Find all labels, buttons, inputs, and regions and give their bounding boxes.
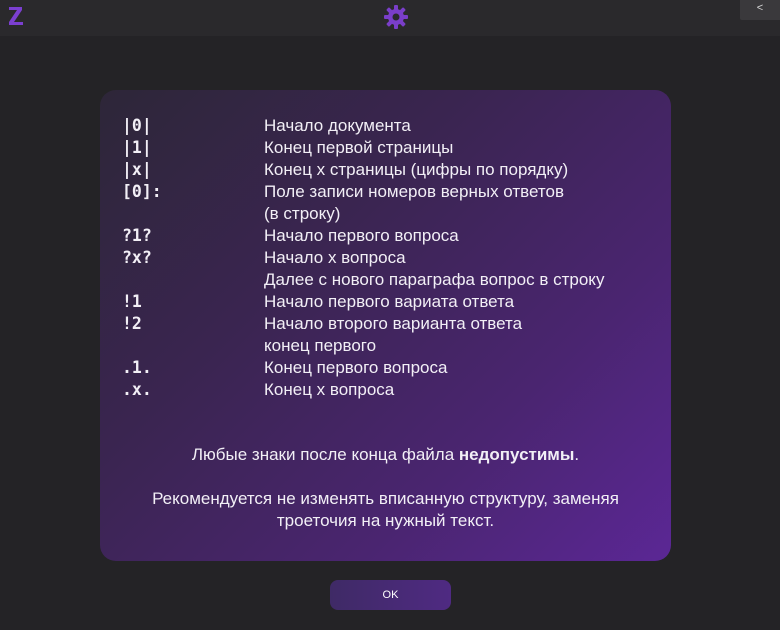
note1-suffix: . bbox=[574, 445, 580, 464]
note1-bold: недопустимы bbox=[458, 445, 575, 464]
z-logo-icon[interactable] bbox=[8, 5, 24, 27]
legend-desc: Конец x вопроса bbox=[264, 380, 395, 399]
legend-code: |0| bbox=[122, 116, 152, 135]
collapse-button-label: < bbox=[756, 2, 764, 14]
legend-row: .1. Конец первого вопроса bbox=[122, 357, 662, 379]
legend-desc: Конец первого вопроса bbox=[264, 358, 448, 377]
legend-desc: Начало второго варианта ответа bbox=[264, 314, 523, 333]
legend-desc: (в строку) bbox=[264, 204, 341, 223]
legend-desc: Начало x вопроса bbox=[264, 248, 406, 267]
legend-code: .x. bbox=[122, 380, 152, 399]
ok-button[interactable]: OK bbox=[330, 580, 451, 610]
note1-prefix: Любые знаки после конца файла bbox=[191, 445, 459, 464]
legend-row: (в строку) bbox=[122, 203, 662, 225]
ok-button-label: OK bbox=[382, 589, 399, 601]
legend-row: ?1? Начало первого вопроса bbox=[122, 225, 662, 247]
legend-row: ?x? Начало x вопроса bbox=[122, 247, 662, 269]
legend-desc: Далее с нового параграфа вопрос в строку bbox=[264, 270, 605, 289]
note2-line2: троеточия на нужный текст. bbox=[276, 511, 495, 530]
legend-desc: Конец x страницы (цифры по порядку) bbox=[264, 160, 569, 179]
legend-row: !2 Начало второго варианта ответа bbox=[122, 313, 662, 335]
legend-row: |x| Конец x страницы (цифры по порядку) bbox=[122, 159, 662, 181]
legend-desc: конец первого bbox=[264, 336, 377, 355]
legend-row: Далее с нового параграфа вопрос в строку bbox=[122, 269, 662, 291]
invalid-trailing-chars-note: Любые знаки после конца файла недопустим… bbox=[100, 444, 671, 466]
legend-row: |1| Конец первой страницы bbox=[122, 137, 662, 159]
legend-desc: Начало первого вариата ответа bbox=[264, 292, 515, 311]
legend-code: !1 bbox=[122, 292, 142, 311]
recommendation-note: Рекомендуется не изменять вписанную стру… bbox=[100, 488, 671, 532]
gear-icon[interactable] bbox=[383, 4, 409, 30]
legend-desc: Конец первой страницы bbox=[264, 138, 454, 157]
top-bar: < bbox=[0, 0, 780, 36]
syntax-help-panel: |0| Начало документа |1| Конец первой ст… bbox=[100, 90, 671, 561]
legend-desc: Начало первого вопроса bbox=[264, 226, 459, 245]
app-window: < |0| Начало документа |1| Конец первой … bbox=[0, 0, 780, 630]
legend-code: .1. bbox=[122, 358, 152, 377]
legend-row: |0| Начало документа bbox=[122, 115, 662, 137]
legend-code: [0]: bbox=[122, 182, 162, 201]
legend-desc: Поле записи номеров верных ответов bbox=[264, 182, 564, 201]
legend-code: ?1? bbox=[122, 226, 152, 245]
syntax-legend: |0| Начало документа |1| Конец первой ст… bbox=[122, 115, 662, 401]
legend-desc: Начало документа bbox=[264, 116, 411, 135]
note2-line1: Рекомендуется не изменять вписанную стру… bbox=[152, 489, 619, 508]
legend-row: .x. Конец x вопроса bbox=[122, 379, 662, 401]
legend-row: конец первого bbox=[122, 335, 662, 357]
collapse-button[interactable]: < bbox=[740, 0, 780, 20]
legend-code: |x| bbox=[122, 160, 152, 179]
legend-code: |1| bbox=[122, 138, 152, 157]
legend-code: !2 bbox=[122, 314, 142, 333]
legend-row: [0]: Поле записи номеров верных ответов bbox=[122, 181, 662, 203]
legend-row: !1 Начало первого вариата ответа bbox=[122, 291, 662, 313]
legend-code: ?x? bbox=[122, 248, 152, 267]
